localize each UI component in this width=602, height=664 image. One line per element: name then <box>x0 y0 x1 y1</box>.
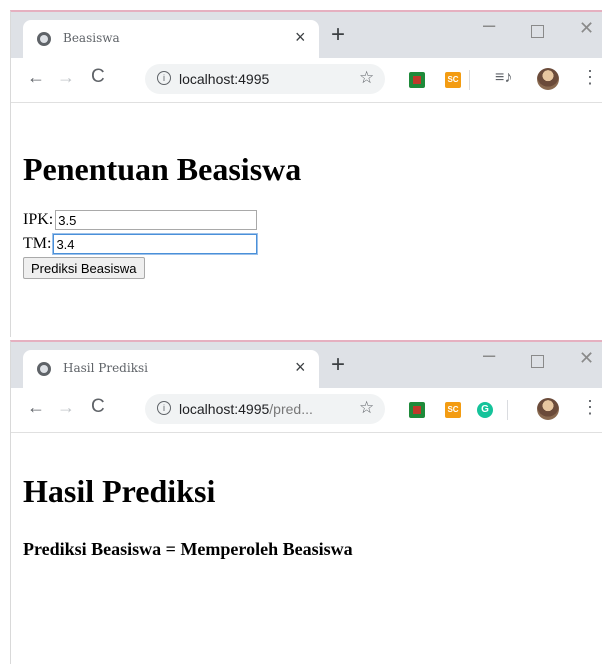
extension-icon[interactable] <box>409 402 425 418</box>
reload-icon[interactable]: C <box>91 66 105 88</box>
toolbar-divider <box>507 400 508 420</box>
kebab-menu-icon[interactable]: ⋮ <box>581 397 599 418</box>
close-tab-icon[interactable]: × <box>295 357 306 378</box>
prediction-result: Prediksi Beasiswa = Memperoleh Beasiswa <box>23 539 353 559</box>
address-bar[interactable]: i localhost:4995 ☆ <box>145 64 385 94</box>
minimize-icon[interactable]: – <box>483 342 495 368</box>
back-arrow-icon[interactable]: ← <box>27 397 45 418</box>
tm-row: TM: <box>23 232 259 256</box>
tab-beasiswa[interactable]: Beasiswa × <box>23 20 319 58</box>
browser-window-form: Beasiswa × + – ✕ ← → C i localhost:4995 … <box>10 10 602 337</box>
grammarly-icon[interactable]: G <box>477 402 493 418</box>
tab-hasil-prediksi[interactable]: Hasil Prediksi × <box>23 350 319 388</box>
toolbar-divider <box>469 70 470 90</box>
minimize-icon[interactable]: – <box>483 12 495 38</box>
tm-label: TM: <box>23 235 52 252</box>
browser-toolbar: ← → C i localhost:4995/pred... ☆ SC G ⋮ <box>11 388 602 433</box>
close-window-icon[interactable]: ✕ <box>579 348 594 369</box>
globe-icon <box>37 32 51 46</box>
forward-arrow-icon[interactable]: → <box>57 397 75 418</box>
avatar[interactable] <box>537 398 559 420</box>
ipk-row: IPK: <box>23 208 258 232</box>
new-tab-icon[interactable]: + <box>331 353 345 377</box>
tab-strip: Beasiswa × + – ✕ <box>11 12 602 58</box>
page-title: Hasil Prediksi <box>23 473 216 509</box>
prediction-form: IPK: TM: Prediksi Beasiswa <box>23 208 259 279</box>
reload-icon[interactable]: C <box>91 396 105 418</box>
bookmark-star-icon[interactable]: ☆ <box>359 398 374 418</box>
close-window-icon[interactable]: ✕ <box>579 18 594 39</box>
maximize-icon[interactable] <box>531 355 544 368</box>
address-bar[interactable]: i localhost:4995/pred... ☆ <box>145 394 385 424</box>
forward-arrow-icon[interactable]: → <box>57 67 75 88</box>
predict-button[interactable]: Prediksi Beasiswa <box>23 257 145 279</box>
close-tab-icon[interactable]: × <box>295 27 306 48</box>
ipk-label: IPK: <box>23 211 54 228</box>
media-playlist-icon[interactable]: ≡♪ <box>495 69 512 87</box>
extension-icon[interactable] <box>409 72 425 88</box>
url-text: localhost:4995/pred... <box>179 401 313 417</box>
maximize-icon[interactable] <box>531 25 544 38</box>
ipk-input[interactable] <box>55 210 258 230</box>
avatar[interactable] <box>537 68 559 90</box>
tm-input[interactable] <box>52 233 259 255</box>
bookmark-star-icon[interactable]: ☆ <box>359 68 374 88</box>
url-host: localhost:4995 <box>179 401 270 417</box>
tab-title: Hasil Prediksi <box>63 361 148 375</box>
extension-sc-icon[interactable]: SC <box>445 72 461 88</box>
browser-window-result: Hasil Prediksi × + – ✕ ← → C i localhost… <box>10 340 602 664</box>
info-icon[interactable]: i <box>157 71 171 85</box>
info-icon[interactable]: i <box>157 401 171 415</box>
globe-icon <box>37 362 51 376</box>
page-title: Penentuan Beasiswa <box>23 151 302 187</box>
tab-strip: Hasil Prediksi × + – ✕ <box>11 342 602 388</box>
tab-title: Beasiswa <box>63 31 120 45</box>
url-text: localhost:4995 <box>179 71 270 87</box>
back-arrow-icon[interactable]: ← <box>27 67 45 88</box>
url-path: /pred... <box>269 401 313 417</box>
kebab-menu-icon[interactable]: ⋮ <box>581 67 599 88</box>
browser-toolbar: ← → C i localhost:4995 ☆ SC ≡♪ ⋮ <box>11 58 602 103</box>
new-tab-icon[interactable]: + <box>331 23 345 47</box>
extension-sc-icon[interactable]: SC <box>445 402 461 418</box>
